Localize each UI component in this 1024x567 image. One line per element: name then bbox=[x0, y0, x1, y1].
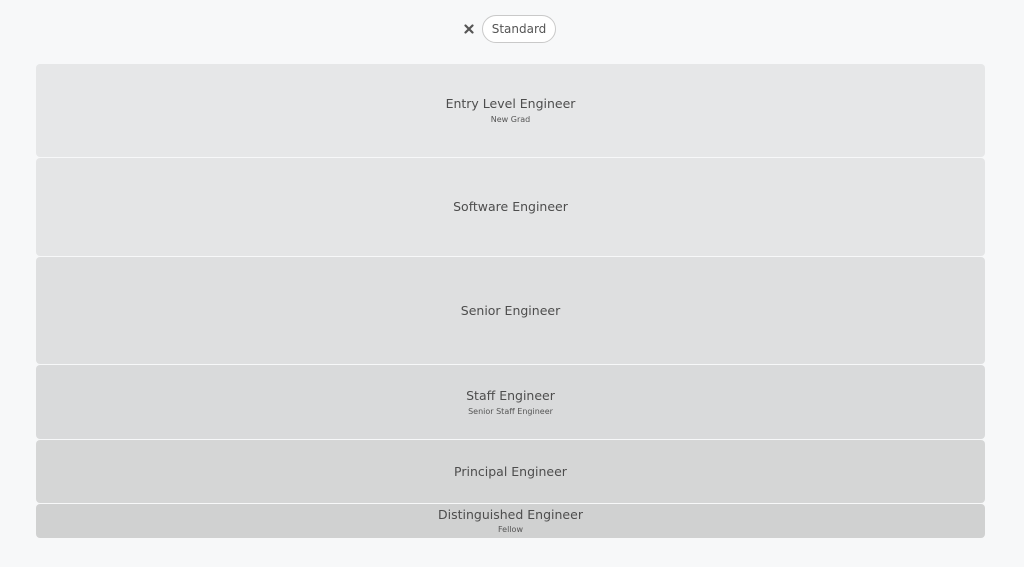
level-title: Principal Engineer bbox=[454, 463, 567, 479]
level-distinguished-engineer[interactable]: Distinguished Engineer Fellow bbox=[36, 504, 985, 538]
level-subtitle: New Grad bbox=[490, 115, 531, 124]
standard-filter-chip[interactable]: Standard bbox=[481, 15, 557, 43]
level-title: Senior Engineer bbox=[460, 302, 561, 318]
level-title: Software Engineer bbox=[453, 199, 568, 214]
level-software-engineer[interactable]: Software Engineer bbox=[36, 158, 985, 256]
level-title: Distinguished Engineer bbox=[438, 507, 583, 522]
level-subtitle: Fellow bbox=[498, 525, 523, 534]
filter-bar: Standard bbox=[0, 14, 1024, 44]
level-principal-engineer[interactable]: Principal Engineer bbox=[36, 440, 985, 503]
level-entry-level-engineer[interactable]: Entry Level Engineer New Grad bbox=[36, 64, 985, 157]
level-title: Staff Engineer bbox=[466, 387, 555, 403]
level-title: Entry Level Engineer bbox=[445, 96, 576, 111]
level-senior-engineer[interactable]: Senior Engineer bbox=[36, 257, 985, 364]
level-staff-engineer[interactable]: Staff Engineer Senior Staff Engineer bbox=[36, 365, 985, 439]
close-icon[interactable] bbox=[462, 22, 476, 36]
level-subtitle: Senior Staff Engineer bbox=[468, 406, 553, 416]
